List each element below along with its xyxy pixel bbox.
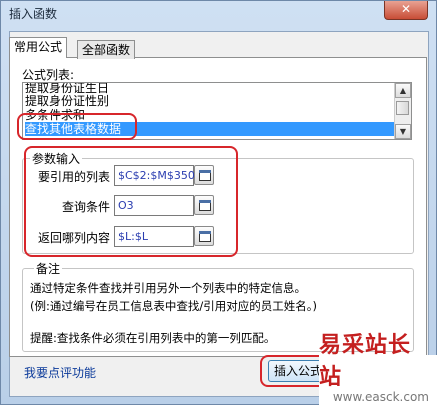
param-label-list: 要引用的列表: [38, 170, 111, 184]
tab-all-functions[interactable]: 全部函数: [77, 40, 136, 59]
note-text: (例:通过编号在员工信息表中查找/引用对应的员工姓名。): [30, 299, 317, 313]
params-group-label: 参数输入: [30, 150, 83, 167]
formula-list-label: 公式列表:: [22, 68, 75, 82]
range-select-icon[interactable]: [194, 226, 214, 246]
list-item[interactable]: 多条件求和: [25, 108, 395, 122]
watermark: 易采站长站 www.easck.com: [319, 332, 437, 405]
scroll-thumb[interactable]: [396, 101, 409, 115]
feedback-link[interactable]: 我要点评功能: [24, 364, 96, 381]
watermark-logo: 易采站长站: [319, 332, 412, 390]
list-item[interactable]: 提取身份证性别: [25, 94, 395, 108]
watermark-url: www.easck.com: [332, 390, 429, 404]
close-button[interactable]: ✕: [384, 1, 428, 20]
list-scrollbar[interactable]: ▲ ▼: [394, 83, 411, 139]
note-text: 通过特定条件查找并引用另外一个列表中的特定信息。: [30, 281, 306, 295]
param-label-return-column: 返回哪列内容: [38, 231, 111, 245]
param-label-criteria: 查询条件: [62, 200, 111, 214]
param-input-list[interactable]: $C$2:$M$350: [114, 165, 195, 186]
note-text: 提醒:查找条件必须在引用列表中的第一列匹配。: [30, 331, 276, 345]
scroll-down-icon[interactable]: ▼: [395, 124, 411, 139]
list-item-selected[interactable]: 查找其他表格数据: [25, 122, 395, 136]
range-select-icon[interactable]: [194, 195, 214, 215]
scroll-up-icon[interactable]: ▲: [395, 83, 411, 98]
dialog-title: 插入函数: [9, 7, 58, 21]
notes-group-label: 备注: [34, 260, 63, 277]
param-input-criteria[interactable]: O3: [114, 195, 194, 216]
tab-common-formulas[interactable]: 常用公式: [9, 37, 68, 58]
formula-listbox[interactable]: 提取身份证生日 提取身份证性别 多条件求和 查找其他表格数据 ▲ ▼: [22, 82, 412, 140]
range-select-icon[interactable]: [194, 165, 214, 185]
